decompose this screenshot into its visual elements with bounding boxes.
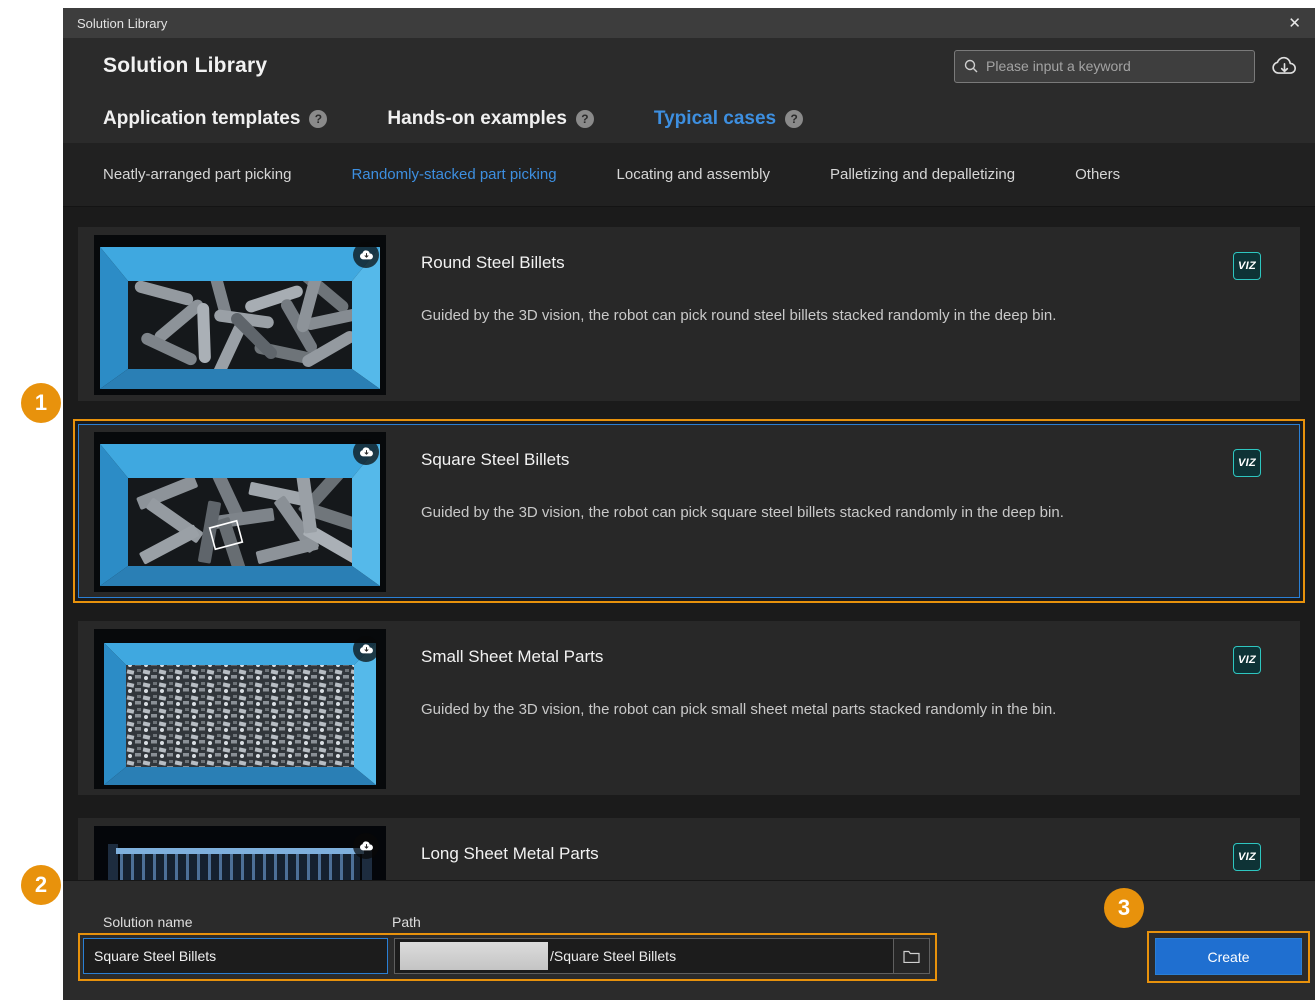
card-description: Guided by the 3D vision, the robot can p…: [421, 699, 1284, 720]
annotation-step-1: 1: [21, 383, 61, 423]
search-box[interactable]: [954, 50, 1255, 83]
solution-name-input[interactable]: [83, 938, 388, 974]
tab-application-templates[interactable]: Application templates ?: [103, 108, 327, 130]
annotation-step-3: 3: [1104, 888, 1144, 928]
path-field[interactable]: /Square Steel Billets: [394, 938, 930, 974]
help-icon[interactable]: ?: [576, 110, 594, 128]
card-body: Round Steel Billets Guided by the 3D vis…: [421, 235, 1284, 393]
card-title: Round Steel Billets: [421, 253, 1284, 273]
card-long-sheet-metal-parts[interactable]: Long Sheet Metal Parts VIZ: [78, 818, 1300, 880]
card-title: Small Sheet Metal Parts: [421, 647, 1284, 667]
tab-typical-cases[interactable]: Typical cases ?: [654, 108, 803, 130]
page-title: Solution Library: [103, 54, 267, 78]
viz-badge: VIZ: [1233, 252, 1261, 280]
card-round-steel-billets[interactable]: Round Steel Billets Guided by the 3D vis…: [78, 227, 1300, 401]
search-icon: [963, 58, 979, 74]
thumbnail-round-steel-billets: [94, 235, 386, 395]
solution-library-dialog: Solution Library ✕ Solution Library: [63, 8, 1315, 1000]
thumbnail-small-sheet-metal-parts: [94, 629, 386, 789]
subtab-locating-and-assembly[interactable]: Locating and assembly: [617, 166, 770, 183]
subtab-palletizing-and-depalletizing[interactable]: Palletizing and depalletizing: [830, 166, 1015, 183]
help-icon[interactable]: ?: [785, 110, 803, 128]
subtab-randomly-stacked-part-picking[interactable]: Randomly-stacked part picking: [351, 166, 556, 183]
download-cloud-icon: [353, 242, 379, 268]
help-icon[interactable]: ?: [309, 110, 327, 128]
tab-hands-on-examples[interactable]: Hands-on examples ?: [387, 108, 594, 130]
search-input[interactable]: [986, 58, 1246, 74]
viz-badge: VIZ: [1233, 449, 1261, 477]
close-icon[interactable]: ✕: [1288, 16, 1301, 31]
download-cloud-icon: [353, 833, 379, 859]
path-redacted-segment: [400, 942, 548, 970]
main-tabs: Application templates ? Hands-on example…: [63, 94, 1315, 143]
download-cloud-icon: [353, 439, 379, 465]
card-body: Square Steel Billets Guided by the 3D vi…: [421, 432, 1284, 590]
card-title: Square Steel Billets: [421, 450, 1284, 470]
screenshot-stage: Solution Library ✕ Solution Library: [0, 0, 1315, 1000]
dialog-header: Solution Library: [63, 38, 1315, 94]
annotation-step-2: 2: [21, 865, 61, 905]
card-square-steel-billets[interactable]: Square Steel Billets Guided by the 3D vi…: [78, 424, 1300, 598]
window-titlebar: Solution Library ✕: [63, 8, 1315, 38]
viz-badge: VIZ: [1233, 843, 1261, 871]
card-small-sheet-metal-parts[interactable]: Small Sheet Metal Parts Guided by the 3D…: [78, 621, 1300, 795]
card-description: Guided by the 3D vision, the robot can p…: [421, 502, 1284, 523]
thumbnail-square-steel-billets: [94, 432, 386, 592]
card-description: Guided by the 3D vision, the robot can p…: [421, 305, 1284, 326]
card-body: Small Sheet Metal Parts Guided by the 3D…: [421, 629, 1284, 787]
subtab-neatly-arranged-part-picking[interactable]: Neatly-arranged part picking: [103, 166, 291, 183]
viz-badge: VIZ: [1233, 646, 1261, 674]
cloud-download-icon[interactable]: [1271, 54, 1298, 78]
subtab-others[interactable]: Others: [1075, 166, 1120, 183]
path-value: /Square Steel Billets: [550, 948, 676, 964]
window-title: Solution Library: [77, 16, 167, 31]
card-title: Long Sheet Metal Parts: [421, 844, 1284, 864]
browse-folder-icon[interactable]: [893, 939, 929, 973]
download-cloud-icon: [353, 636, 379, 662]
solution-name-label: Solution name: [103, 914, 193, 930]
category-tabs: Neatly-arranged part picking Randomly-st…: [63, 143, 1315, 207]
thumbnail-long-sheet-metal-parts: [94, 826, 386, 880]
solution-card-list: Round Steel Billets Guided by the 3D vis…: [63, 207, 1315, 880]
create-button[interactable]: Create: [1155, 938, 1302, 975]
path-label: Path: [392, 914, 421, 930]
card-body: Long Sheet Metal Parts: [421, 826, 1284, 880]
